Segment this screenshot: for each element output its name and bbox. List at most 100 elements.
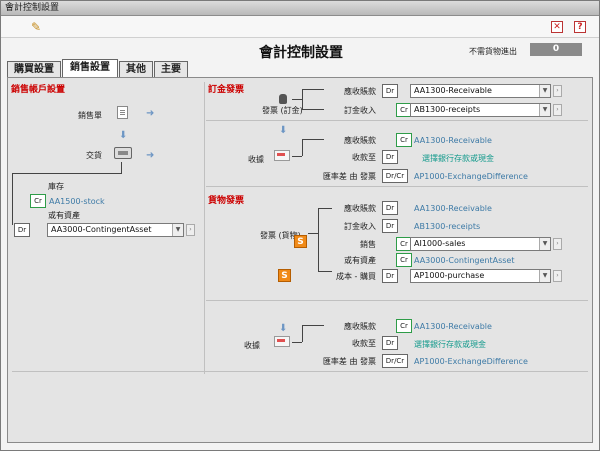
- contingent-badge: Dr: [14, 223, 30, 237]
- connector-line: [292, 99, 302, 100]
- connector-line: [308, 233, 318, 234]
- order-r-fx-account: AP1000-ExchangeDifference: [414, 172, 528, 181]
- tab-purchase-settings[interactable]: 購買設置: [7, 61, 61, 78]
- pencil-icon[interactable]: ✎: [31, 20, 45, 34]
- inventory-account: AA1500-stock: [49, 197, 105, 206]
- hand-icon: [279, 94, 287, 104]
- go-button[interactable]: ›: [553, 238, 562, 250]
- goods-r-receivable-label: 應收賬款: [344, 322, 376, 331]
- order-receipts-label: 訂金收入: [344, 106, 376, 115]
- delivery-label: 交貨: [86, 151, 102, 160]
- chevron-down-icon[interactable]: ▼: [539, 85, 550, 97]
- goods-divider: [206, 186, 588, 187]
- chevron-down-icon[interactable]: ▼: [172, 224, 183, 236]
- goods-contingent-badge: Cr: [396, 253, 412, 267]
- goods-r-received-badge: Dr: [382, 336, 398, 350]
- down-arrow-icon: ⬇: [119, 130, 128, 141]
- goods-r-received-label: 收款至: [352, 339, 376, 348]
- connector-line: [302, 139, 303, 156]
- receipt-icon: [274, 336, 290, 347]
- chevron-down-icon[interactable]: ▼: [539, 104, 550, 116]
- order-r-received-account[interactable]: 選擇銀行存款或現金: [422, 153, 494, 164]
- right-arrow-icon: ➜: [146, 108, 155, 119]
- window-title: 會計控制設置: [1, 1, 599, 16]
- goods-r-receivable-account: AA1300-Receivable: [414, 322, 492, 331]
- tab-main[interactable]: 主要: [154, 61, 188, 78]
- dollar-icon: S: [278, 269, 291, 282]
- order-receipts-select[interactable]: AB1300-receipts ▼: [410, 103, 551, 117]
- tab-sales-settings[interactable]: 銷售設置: [62, 59, 118, 78]
- right-arrow-icon: ➜: [146, 150, 155, 161]
- inventory-badge: Cr: [30, 194, 46, 208]
- goods-contingent-label: 或有資產: [344, 256, 376, 265]
- no-stock-label: 不需貨物進出: [469, 47, 517, 56]
- goods-invoice-header: 貨物發票: [208, 196, 245, 206]
- down-arrow-icon: ⬇: [279, 323, 288, 334]
- order-r-receivable-label: 應收賬款: [344, 136, 376, 145]
- go-button[interactable]: ›: [553, 270, 562, 282]
- chevron-down-icon[interactable]: ▼: [539, 270, 550, 282]
- window: 會計控制設置 ✎ ✕ ? 會計控制設置 不需貨物進出 0 購買設置 銷售設置 其…: [0, 0, 600, 451]
- page-title: 會計控制設置: [259, 45, 343, 61]
- goods-r-receivable-badge: Cr: [396, 319, 412, 333]
- order-receipt-label: 收據: [248, 155, 264, 164]
- goods-sales-select[interactable]: AI1000-sales ▼: [410, 237, 551, 251]
- connector-line: [302, 325, 303, 342]
- inventory-label: 庫存: [48, 182, 64, 191]
- go-button[interactable]: ›: [186, 224, 195, 236]
- goods-receipts-account: AB1300-receipts: [414, 222, 481, 231]
- help-icon[interactable]: ?: [574, 21, 586, 33]
- sales-order-icon: [117, 106, 128, 119]
- order-receivable-badge: Dr: [382, 84, 398, 98]
- column-divider: [204, 82, 205, 374]
- order-r-receivable-account: AA1300-Receivable: [414, 136, 492, 145]
- goods-receivable-badge: Dr: [382, 201, 398, 215]
- receipt-icon: [274, 150, 290, 161]
- goods-cost-badge: Dr: [382, 269, 398, 283]
- goods-r-fx-label: 匯率差 由 發票: [322, 357, 376, 366]
- no-stock-value[interactable]: 0: [530, 43, 582, 56]
- connector-line: [12, 173, 13, 225]
- goods-r-received-account[interactable]: 選擇銀行存款或現金: [414, 339, 486, 350]
- connector-line: [121, 162, 122, 173]
- order-r-received-label: 收款至: [352, 153, 376, 162]
- connector-line: [292, 342, 302, 343]
- order-receivable-select[interactable]: AA1300-Receivable ▼: [410, 84, 551, 98]
- order-r-fx-label: 匯率差 由 發票: [322, 172, 376, 181]
- order-r-received-badge: Dr: [382, 150, 398, 164]
- order-receivable-label: 應收賬款: [344, 87, 376, 96]
- go-button[interactable]: ›: [553, 104, 562, 116]
- goods-contingent-account: AA3000-ContingentAsset: [414, 256, 515, 265]
- goods-receipts-label: 訂金收入: [344, 222, 376, 231]
- bottom-divider: [12, 371, 588, 372]
- toolbar: ✎ ✕ ?: [1, 16, 599, 38]
- goods-cost-label: 成本 - 購買: [336, 272, 376, 281]
- goods-r-fx-badge: Dr/Cr: [382, 354, 408, 368]
- tab-other[interactable]: 其他: [119, 61, 153, 78]
- goods-receipts-badge: Dr: [382, 219, 398, 233]
- sales-account-header: 銷售帳戶設置: [11, 85, 66, 95]
- order-invoice-label: 發票 (訂金): [262, 106, 303, 115]
- goods-cost-select[interactable]: AP1000-purchase ▼: [410, 269, 551, 283]
- goods-r-fx-account: AP1000-ExchangeDifference: [414, 357, 528, 366]
- connector-line: [302, 89, 303, 109]
- go-button[interactable]: ›: [553, 85, 562, 97]
- close-icon[interactable]: ✕: [551, 21, 563, 33]
- sales-order-label: 銷售單: [78, 111, 102, 120]
- goods-receivable-label: 應收賬款: [344, 204, 376, 213]
- connector-line: [12, 173, 122, 174]
- chevron-down-icon[interactable]: ▼: [539, 238, 550, 250]
- contingent-label: 或有資產: [48, 211, 80, 220]
- down-arrow-icon: ⬇: [279, 125, 288, 136]
- order-r-fx-badge: Dr/Cr: [382, 169, 408, 183]
- order-r-receivable-badge: Cr: [396, 133, 412, 147]
- goods-receipt-divider: [206, 300, 588, 301]
- delivery-icon: [114, 147, 132, 159]
- goods-sales-label: 銷售: [360, 240, 376, 249]
- contingent-select[interactable]: AA3000-ContingentAsset ▼: [47, 223, 184, 237]
- goods-receipt-label: 收據: [244, 341, 260, 350]
- connector-line: [292, 156, 302, 157]
- goods-receivable-account: AA1300-Receivable: [414, 204, 492, 213]
- order-divider: [206, 120, 588, 121]
- sales-settings-panel: 銷售帳戶設置 銷售單 ➜ ⬇ 交貨 ➜ 庫存 Cr AA1500-stock 或…: [7, 77, 593, 443]
